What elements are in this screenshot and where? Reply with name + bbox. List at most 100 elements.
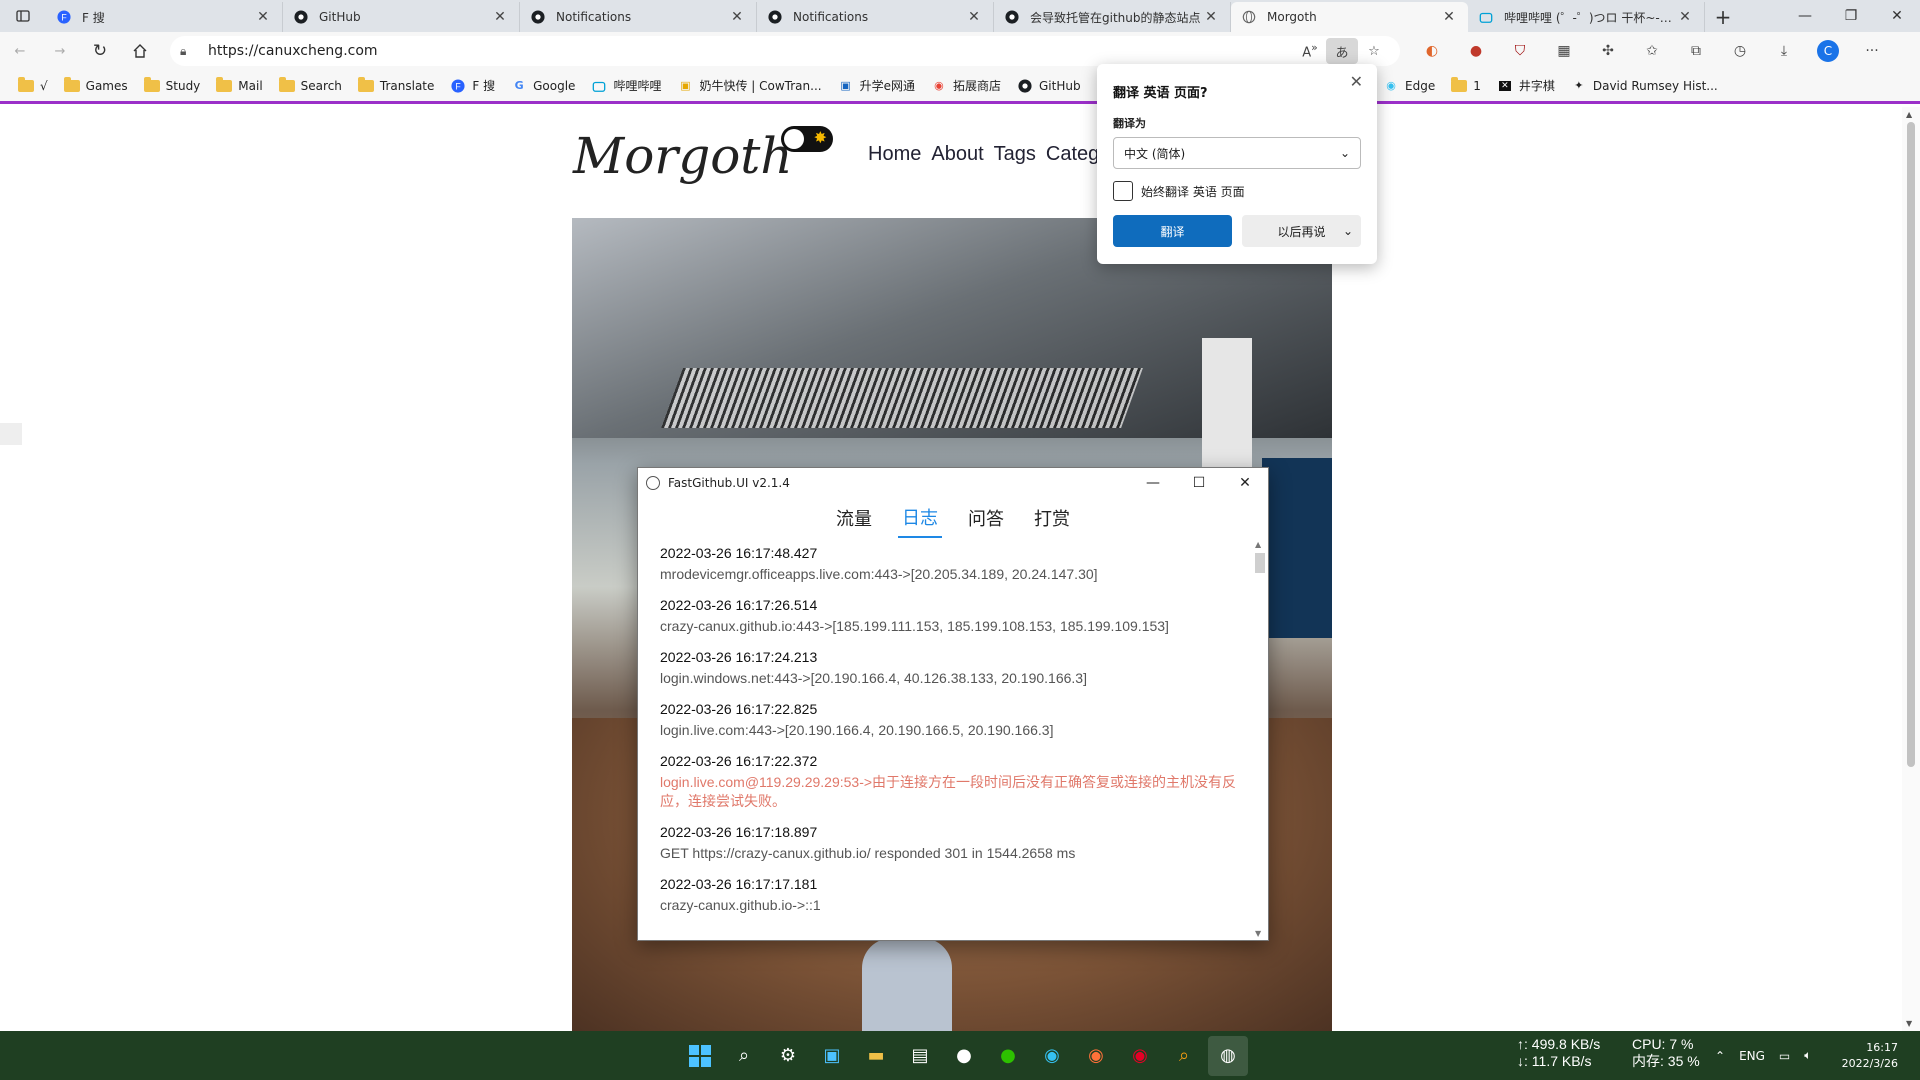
bookmark-item[interactable]: ▣ 奶牛快传 | CowTran... xyxy=(669,73,829,99)
bookmark-item[interactable]: ◉ Edge xyxy=(1375,73,1443,99)
store-app[interactable]: ▣ xyxy=(812,1036,852,1076)
downloads-button[interactable]: ⤓ xyxy=(1762,35,1806,67)
browser-tab[interactable]: 哔哩哔哩 (゜-゜)つロ 干杯~-bili ✕ xyxy=(1468,2,1705,32)
extension-button[interactable]: ● xyxy=(1454,35,1498,67)
address-bar[interactable]: 🔒︎ https://canuxcheng.com A» あ ☆ xyxy=(170,36,1400,66)
nav-tags[interactable]: Tags xyxy=(994,143,1036,166)
fastgithub-tab[interactable]: 流量 xyxy=(832,499,876,537)
back-button[interactable]: ← xyxy=(0,35,40,67)
clock[interactable]: 16:17 2022/3/26 xyxy=(1842,1040,1898,1072)
scrollbar-thumb[interactable] xyxy=(1255,553,1265,573)
tab-close-button[interactable]: ✕ xyxy=(254,8,272,26)
nav-about[interactable]: About xyxy=(931,143,983,166)
bookmark-item[interactable]: 1 xyxy=(1443,73,1489,99)
refresh-button[interactable]: ↻ xyxy=(80,35,120,67)
bookmark-item[interactable]: ✦ David Rumsey Hist... xyxy=(1563,73,1726,99)
everything-app[interactable]: ⌕ xyxy=(1164,1036,1204,1076)
browser-tab[interactable]: 会导致托管在github的静态站点 ✕ xyxy=(994,2,1231,32)
favorites-button[interactable]: ✩ xyxy=(1630,35,1674,67)
bookmark-item[interactable]: Search xyxy=(271,73,350,99)
tab-close-button[interactable]: ✕ xyxy=(1202,8,1220,26)
fastgithub-tab[interactable]: 问答 xyxy=(964,499,1008,537)
not-now-button[interactable]: 以后再说 ⌄ xyxy=(1242,215,1361,247)
network-icon[interactable]: ▭ xyxy=(1779,1049,1790,1063)
log-scrollbar[interactable]: ▲ ▼ xyxy=(1252,538,1268,940)
scroll-down-icon[interactable]: ▼ xyxy=(1255,929,1261,938)
tab-close-button[interactable]: ✕ xyxy=(965,8,983,26)
browser-tab[interactable]: F F 搜 ✕ xyxy=(46,2,283,32)
tab-close-button[interactable]: ✕ xyxy=(728,8,746,26)
bookmark-item[interactable]: Mail xyxy=(208,73,270,99)
browser-tab[interactable]: Notifications ✕ xyxy=(520,2,757,32)
bookmark-item[interactable]: ▣ 升学e网通 xyxy=(830,73,923,99)
bookmark-item[interactable]: 哔哩哔哩 xyxy=(583,73,669,99)
bookmark-item[interactable]: G Google xyxy=(503,73,583,99)
bookmark-item[interactable]: √ xyxy=(10,73,56,99)
bookmark-item[interactable]: ✕ 井字棋 xyxy=(1489,73,1563,99)
bookmark-item[interactable]: Games xyxy=(56,73,136,99)
new-tab-button[interactable]: + xyxy=(1705,2,1741,32)
qq-app[interactable]: ● xyxy=(944,1036,984,1076)
tab-close-button[interactable]: ✕ xyxy=(1440,8,1458,26)
netease-music-app[interactable]: ◉ xyxy=(1120,1036,1160,1076)
search-button[interactable]: ⌕ xyxy=(724,1036,764,1076)
nav-home[interactable]: Home xyxy=(868,143,921,166)
extension-button[interactable]: ▦ xyxy=(1542,35,1586,67)
translate-confirm-button[interactable]: 翻译 xyxy=(1113,215,1232,247)
nav-categories[interactable]: Categ xyxy=(1046,143,1099,166)
fastgithub-tab[interactable]: 日志 xyxy=(898,498,942,538)
popup-close-icon[interactable]: ✕ xyxy=(1350,72,1363,91)
tab-actions-button[interactable] xyxy=(0,0,46,32)
history-button[interactable]: ◷ xyxy=(1718,35,1762,67)
fg-close-button[interactable]: ✕ xyxy=(1222,468,1268,498)
bookmark-item[interactable]: Translate xyxy=(350,73,443,99)
settings-app[interactable]: ⚙ xyxy=(768,1036,808,1076)
edge-app[interactable]: ◉ xyxy=(1032,1036,1072,1076)
language-indicator[interactable]: ENG xyxy=(1739,1049,1765,1063)
fg-maximize-button[interactable]: ☐ xyxy=(1176,468,1222,498)
extensions-button[interactable]: ✣ xyxy=(1586,35,1630,67)
fastgithub-tab[interactable]: 打赏 xyxy=(1030,499,1074,537)
browser-tab[interactable]: GitHub ✕ xyxy=(283,2,520,32)
extension-button[interactable]: ◐ xyxy=(1410,35,1454,67)
start-button[interactable] xyxy=(680,1036,720,1076)
always-translate-checkbox[interactable] xyxy=(1113,181,1133,201)
bookmark-item[interactable]: FF 搜 xyxy=(442,73,503,99)
home-button[interactable] xyxy=(120,35,160,67)
volume-icon[interactable]: 🔈︎ xyxy=(1804,1048,1811,1063)
extension-button[interactable]: ⛉ xyxy=(1498,35,1542,67)
bookmark-item[interactable]: ◉ 拓展商店 xyxy=(923,73,1009,99)
wechat-app[interactable]: ● xyxy=(988,1036,1028,1076)
tab-close-button[interactable]: ✕ xyxy=(491,8,509,26)
scroll-up-icon[interactable]: ▲ xyxy=(1255,540,1261,549)
menu-button[interactable]: ··· xyxy=(1850,35,1894,67)
notepad-app[interactable]: ▤ xyxy=(900,1036,940,1076)
read-aloud-button[interactable]: A» xyxy=(1294,38,1326,64)
bookmark-item[interactable]: GitHub xyxy=(1009,73,1089,99)
chevron-down-icon[interactable]: ⌄ xyxy=(1343,224,1353,238)
collections-button[interactable]: ⧉ xyxy=(1674,35,1718,67)
profile-button[interactable]: C xyxy=(1806,35,1850,67)
minimize-button[interactable]: — xyxy=(1782,0,1828,32)
translate-button[interactable]: あ xyxy=(1326,38,1358,64)
explorer-app[interactable]: ▬ xyxy=(856,1036,896,1076)
fastgithub-app[interactable]: ◍ xyxy=(1208,1035,1248,1076)
close-window-button[interactable]: ✕ xyxy=(1874,0,1920,32)
target-language-select[interactable]: 中文 (简体) ⌄ xyxy=(1113,137,1361,169)
add-favorite-button[interactable]: ☆ xyxy=(1358,38,1390,64)
always-translate-option[interactable]: 始终翻译 英语 页面 xyxy=(1113,181,1361,201)
side-tab[interactable] xyxy=(0,423,22,445)
theme-toggle[interactable]: ✸ xyxy=(781,126,833,152)
browser-tab[interactable]: Morgoth ✕ xyxy=(1231,2,1468,32)
lock-icon[interactable]: 🔒︎ xyxy=(180,44,200,59)
site-logo[interactable]: Morgoth xyxy=(573,127,793,185)
scrollbar-thumb[interactable] xyxy=(1907,122,1915,767)
tab-close-button[interactable]: ✕ xyxy=(1676,8,1694,26)
browser-tab[interactable]: Notifications ✕ xyxy=(757,2,994,32)
restore-button[interactable]: ❐ xyxy=(1828,0,1874,32)
fg-minimize-button[interactable]: — xyxy=(1130,468,1176,498)
forward-button[interactable]: → xyxy=(40,35,80,67)
scroll-up-icon[interactable]: ▲ xyxy=(1906,110,1912,119)
bookmark-item[interactable]: Study xyxy=(136,73,209,99)
scroll-down-icon[interactable]: ▼ xyxy=(1906,1019,1912,1028)
